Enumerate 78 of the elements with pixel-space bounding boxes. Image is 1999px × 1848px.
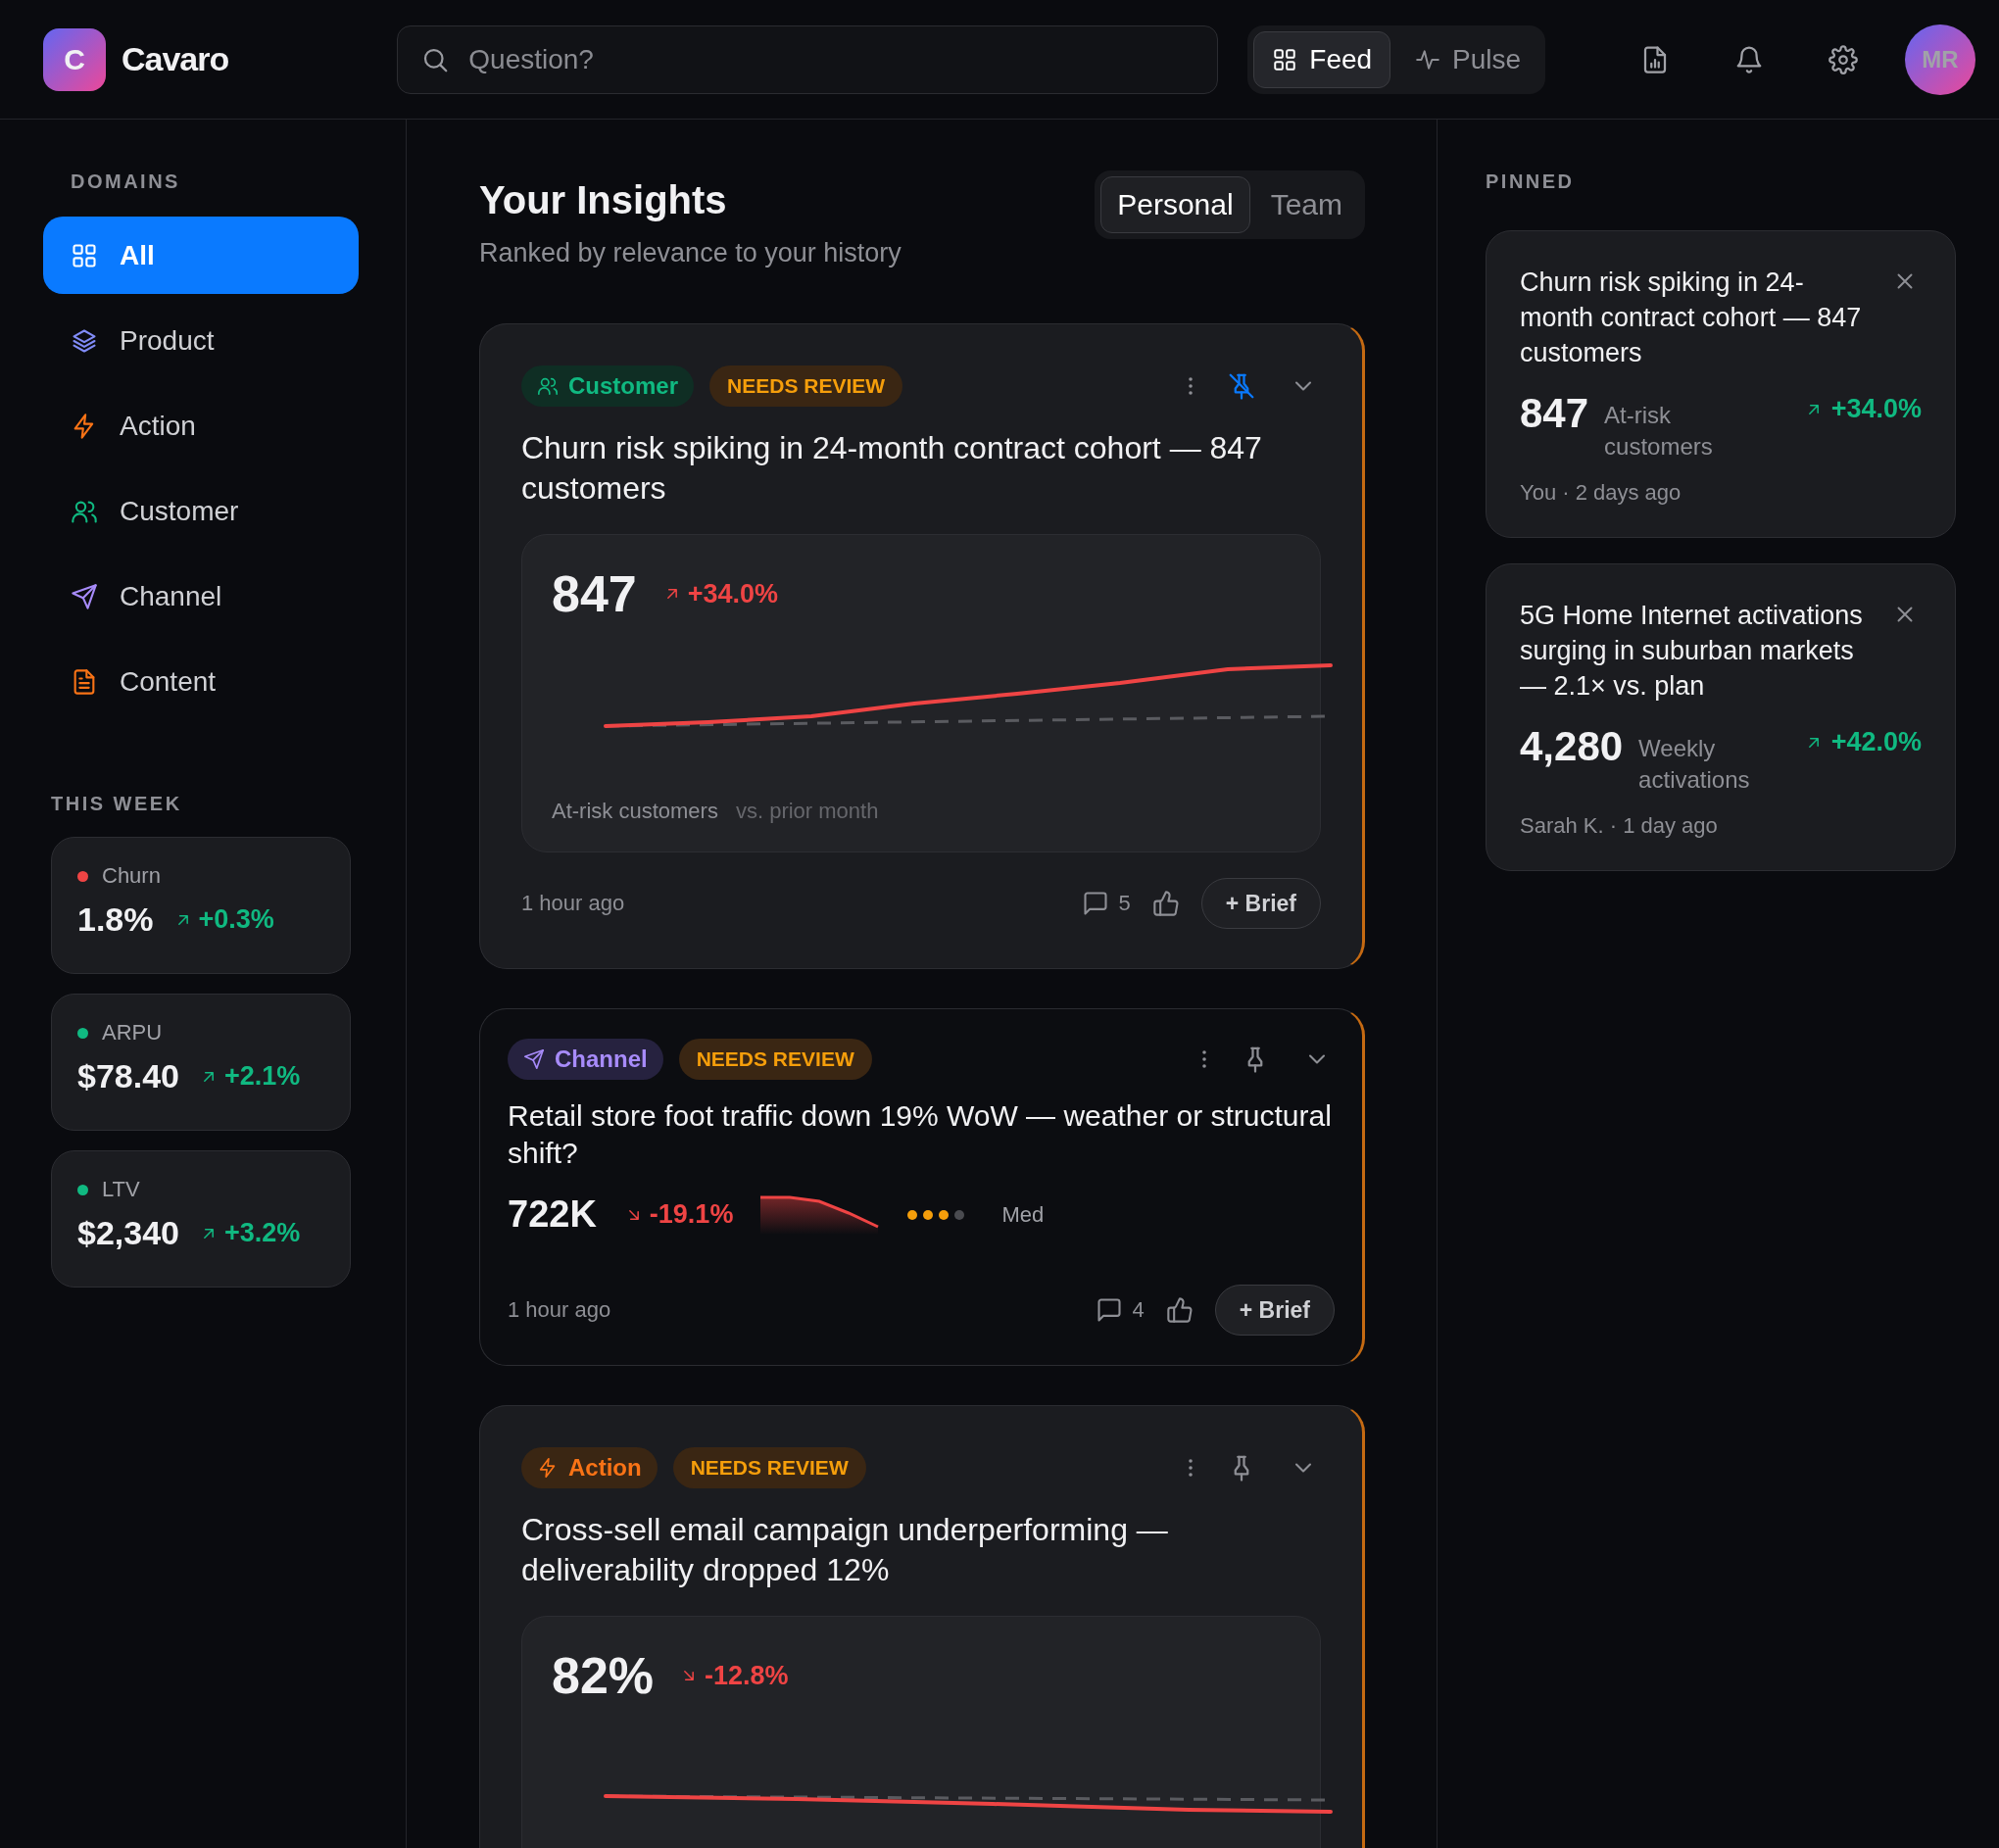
insight-title: Cross-sell email campaign underperforming — deliverability dropped 12% [521, 1511, 1169, 1589]
domain-item[interactable]: Product [43, 302, 359, 379]
domain-tag: Channel [508, 1039, 663, 1080]
insight-title: Retail store foot traffic down 19% WoW — weather or structural shift? [508, 1098, 1333, 1171]
bell-icon [1734, 44, 1764, 74]
metric-value: 82% [552, 1646, 655, 1705]
more-icon [1188, 374, 1194, 398]
domain-item[interactable]: Content [43, 643, 359, 720]
metric-value: $78.40 [77, 1057, 179, 1095]
section-heading: DOMAINS [71, 170, 181, 193]
timestamp: 1 hour ago [508, 1297, 611, 1323]
domain-item[interactable]: Channel [43, 558, 359, 635]
change-indicator: -12.8% [679, 1660, 789, 1691]
metric-label: ARPU [102, 1020, 163, 1046]
change-indicator: +3.2% [199, 1218, 301, 1248]
change-indicator: +0.3% [172, 904, 274, 935]
domain-tag: Customer [521, 365, 695, 407]
scope-tab[interactable]: Team [1253, 176, 1359, 233]
metric-value: 847 [1520, 390, 1589, 437]
scope-tab[interactable]: Personal [1100, 176, 1250, 233]
view-tab[interactable]: Pulse [1396, 30, 1540, 88]
like-button[interactable] [1165, 1296, 1194, 1324]
paper-plane-icon [523, 1048, 545, 1070]
metric-label: LTV [102, 1177, 140, 1202]
timestamp: 1 hour ago [521, 891, 625, 916]
paper-plane-icon [71, 582, 98, 610]
pin-slash-icon [1227, 371, 1256, 401]
more-icon [1188, 1456, 1194, 1480]
pinned-title: 5G Home Internet activations surging in suburban markets — 2.1× vs. plan [1520, 600, 1864, 703]
metric-value: 4,280 [1520, 723, 1624, 770]
confidence-label: Med [1001, 1201, 1045, 1228]
grid-icon [1272, 46, 1298, 73]
more-icon [1201, 1047, 1207, 1071]
page-subtitle: Ranked by relevance to your history [479, 238, 902, 268]
status-badge: NEEDS REVIEW [709, 365, 903, 407]
domain-item[interactable]: Customer [43, 472, 359, 550]
comments-button[interactable]: 5 [1081, 890, 1131, 917]
metric-label: Churn [102, 863, 161, 889]
change-indicator: +42.0% [1803, 727, 1922, 757]
status-badge: NEEDS REVIEW [678, 1039, 872, 1080]
logo-mark: C [43, 27, 106, 91]
comparison-label: vs. prior month [735, 799, 879, 824]
settings-icon [1828, 44, 1858, 74]
metric-label: At-risk customers [1604, 401, 1714, 462]
domain-tag: Action [521, 1447, 658, 1488]
metric-value: $2,340 [77, 1214, 179, 1252]
change-indicator: -19.1% [623, 1199, 734, 1230]
metric-label: Weekly activations [1638, 734, 1751, 795]
pinned-meta: Sarah K. · 1 day ago [1520, 813, 1719, 839]
speech-bubble-icon [1095, 1296, 1123, 1324]
brand-name: Cavaro [122, 40, 229, 78]
change-indicator: +34.0% [661, 578, 779, 609]
metric-value: 847 [552, 564, 637, 623]
status-badge: NEEDS REVIEW [672, 1447, 866, 1488]
change-indicator: +2.1% [199, 1061, 301, 1092]
comments-button[interactable]: 4 [1095, 1296, 1145, 1324]
view-tab[interactable]: Feed [1253, 30, 1391, 88]
chart-caption: At-risk customers [552, 799, 718, 824]
domain-item[interactable]: Action [43, 387, 359, 464]
grid-icon [71, 241, 98, 269]
domain-item[interactable]: All [43, 217, 359, 294]
page-title: Your Insights [479, 178, 728, 222]
pinned-title: Churn risk spiking in 24-month contract cohort — 847 customers [1520, 267, 1863, 369]
add-brief-button[interactable]: + Brief [1200, 878, 1321, 929]
people-icon [537, 375, 559, 397]
metric-value: 1.8% [77, 900, 154, 939]
section-heading: PINNED [1486, 170, 1576, 193]
change-indicator: +34.0% [1803, 394, 1922, 424]
add-brief-button[interactable]: + Brief [1214, 1285, 1335, 1336]
insight-title: Churn risk spiking in 24-month contract cohort — 847 customers [521, 429, 1263, 508]
pinned-meta: You · 2 days ago [1520, 480, 1682, 506]
thumbs-up-icon [1165, 1296, 1194, 1324]
like-button[interactable] [1151, 890, 1180, 917]
thumbs-up-icon [1151, 890, 1180, 917]
metric-value: 722K [508, 1193, 597, 1236]
speech-bubble-icon [1081, 890, 1109, 917]
search-field[interactable]: Question? [397, 24, 1219, 94]
section-heading: THIS WEEK [51, 793, 183, 815]
